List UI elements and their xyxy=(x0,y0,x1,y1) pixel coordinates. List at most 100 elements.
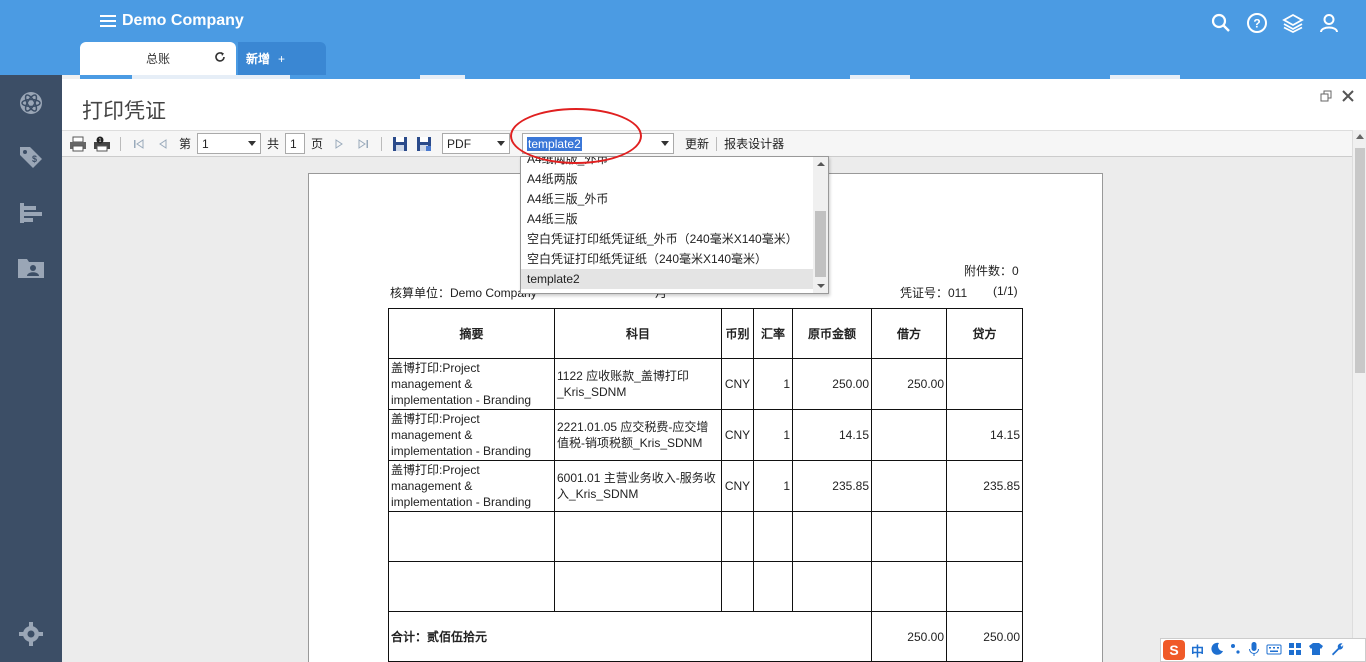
svg-text:$: $ xyxy=(32,154,37,164)
prev-page-icon[interactable] xyxy=(153,134,173,154)
table-row-empty xyxy=(388,511,1023,562)
toolbar-separator xyxy=(381,136,383,151)
settings-icon[interactable] xyxy=(15,618,47,650)
toolbar-separator xyxy=(716,136,718,151)
amount-cell: 250.00 xyxy=(792,358,872,410)
close-icon[interactable] xyxy=(1342,89,1354,105)
shirt-icon[interactable] xyxy=(1308,642,1324,659)
dropdown-option-selected[interactable]: template2 xyxy=(521,269,814,289)
header-actions: ? xyxy=(1210,12,1340,34)
first-page-icon[interactable] xyxy=(129,134,149,154)
total-credit: 250.00 xyxy=(946,611,1023,662)
dropdown-option[interactable]: 空白凭证打印纸凭证纸_外币（240毫米X140毫米） xyxy=(521,229,814,249)
column-header: 币别 xyxy=(721,308,754,359)
last-page-icon[interactable] xyxy=(353,134,373,154)
print-settings-icon[interactable]: 1 xyxy=(92,134,112,154)
restore-icon[interactable] xyxy=(1320,89,1332,105)
layers-icon[interactable] xyxy=(1282,12,1304,34)
tab-label: 新增 xyxy=(246,52,271,66)
sidebar: $ xyxy=(0,75,62,662)
grid-icon[interactable] xyxy=(1288,642,1302,659)
save-icon[interactable] xyxy=(390,134,410,154)
scroll-thumb[interactable] xyxy=(1355,148,1365,373)
dropdown-option[interactable]: A4纸三版_外币 xyxy=(521,189,814,209)
update-button[interactable]: 更新 xyxy=(682,135,712,152)
debit-cell xyxy=(871,409,947,461)
moon-icon[interactable] xyxy=(1210,642,1224,659)
page-info: (1/1) xyxy=(993,284,1018,298)
column-header: 汇率 xyxy=(753,308,793,359)
table-total-row: 合计：贰佰伍拾元 250.00 250.00 xyxy=(388,611,1023,662)
debit-cell xyxy=(871,460,947,512)
dropdown-option[interactable]: A4纸三版 xyxy=(521,209,814,229)
keyboard-icon[interactable] xyxy=(1266,643,1282,658)
atom-icon[interactable] xyxy=(15,87,47,119)
export-format-select[interactable]: PDF xyxy=(442,133,511,154)
tab-general-ledger[interactable]: 总账 xyxy=(80,42,236,75)
template-dropdown-list: A4纸两版_外币 A4纸两版 A4纸三版_外币 A4纸三版 空白凭证打印纸凭证纸… xyxy=(520,156,829,294)
top-header: Demo Company ? 总账 新增 + xyxy=(0,0,1366,75)
window-controls xyxy=(1320,89,1354,105)
tab-new[interactable]: 新增 + xyxy=(238,42,326,75)
dropdown-scrollbar[interactable] xyxy=(813,157,828,293)
microphone-icon[interactable] xyxy=(1248,641,1260,660)
template-value: template2 xyxy=(527,136,582,151)
report-designer-button[interactable]: 报表设计器 xyxy=(721,135,787,152)
tags-icon[interactable]: $ xyxy=(15,141,47,173)
menu-icon[interactable] xyxy=(100,15,116,27)
bar-chart-icon[interactable] xyxy=(15,197,47,229)
brand-name: Demo Company xyxy=(122,12,244,29)
svg-text:1: 1 xyxy=(99,138,102,144)
chevron-down-icon xyxy=(497,141,506,146)
chevron-down-icon xyxy=(248,141,257,146)
currency-cell: CNY xyxy=(721,358,754,410)
export-format-value: PDF xyxy=(447,136,472,151)
scroll-up-icon[interactable] xyxy=(817,162,825,166)
tab-bar: 总账 新增 + xyxy=(80,42,326,75)
save-as-icon[interactable] xyxy=(414,134,434,154)
credit-cell: 14.15 xyxy=(946,409,1023,461)
voucher-number: 凭证号：011 xyxy=(900,286,968,300)
table-row-empty xyxy=(388,561,1023,612)
scroll-up-icon[interactable] xyxy=(1356,134,1364,139)
amount-cell: 235.85 xyxy=(792,460,872,512)
account-cell: 1122 应收账款_盖博打印_Kris_SDNM xyxy=(554,358,722,410)
next-page-icon[interactable] xyxy=(329,134,349,154)
folder-user-icon[interactable] xyxy=(15,252,47,284)
user-icon[interactable] xyxy=(1318,12,1340,34)
vertical-scrollbar[interactable] xyxy=(1352,130,1366,662)
ime-logo[interactable]: S xyxy=(1163,640,1185,660)
help-icon[interactable]: ? xyxy=(1246,12,1268,34)
column-header: 摘要 xyxy=(388,308,555,359)
voucher-table: 摘要 科目 币别 汇率 原币金额 借方 贷方 盖博打印:Project mana… xyxy=(388,308,1023,662)
credit-cell xyxy=(946,358,1023,410)
credit-cell: 235.85 xyxy=(946,460,1023,512)
account-cell: 2221.01.05 应交税费-应交增值税-销项税额_Kris_SDNM xyxy=(554,409,722,461)
refresh-icon[interactable] xyxy=(214,51,226,66)
print-icon[interactable] xyxy=(68,134,88,154)
dropdown-option[interactable]: 空白凭证打印纸凭证纸（240毫米X140毫米） xyxy=(521,249,814,269)
chevron-down-icon xyxy=(661,141,670,146)
page-number-select[interactable]: 1 xyxy=(197,133,262,154)
plus-icon: + xyxy=(278,51,286,66)
punctuation-icon[interactable] xyxy=(1230,642,1242,659)
table-row: 盖博打印:Project management & implementation… xyxy=(388,409,1023,461)
search-icon[interactable] xyxy=(1210,12,1232,34)
page-prefix: 第 xyxy=(179,137,192,151)
scroll-down-icon[interactable] xyxy=(817,284,825,288)
dropdown-option[interactable]: A4纸两版_外币 xyxy=(521,157,814,169)
summary-cell: 盖博打印:Project management & implementation… xyxy=(388,460,555,512)
summary-cell: 盖博打印:Project management & implementation… xyxy=(388,409,555,461)
brand[interactable]: Demo Company xyxy=(100,12,244,30)
currency-cell: CNY xyxy=(721,460,754,512)
page-number-value: 1 xyxy=(202,136,209,151)
debit-cell: 250.00 xyxy=(871,358,947,410)
scroll-thumb[interactable] xyxy=(815,211,826,277)
ime-language[interactable]: 中 xyxy=(1191,641,1204,660)
ime-toolbar: S 中 xyxy=(1160,638,1366,662)
dropdown-option[interactable]: A4纸两版 xyxy=(521,169,814,189)
page-title: 打印凭证 xyxy=(82,100,166,123)
tab-label: 总账 xyxy=(145,52,170,66)
wrench-icon[interactable] xyxy=(1330,642,1344,659)
template-select[interactable]: template2 xyxy=(522,133,675,154)
